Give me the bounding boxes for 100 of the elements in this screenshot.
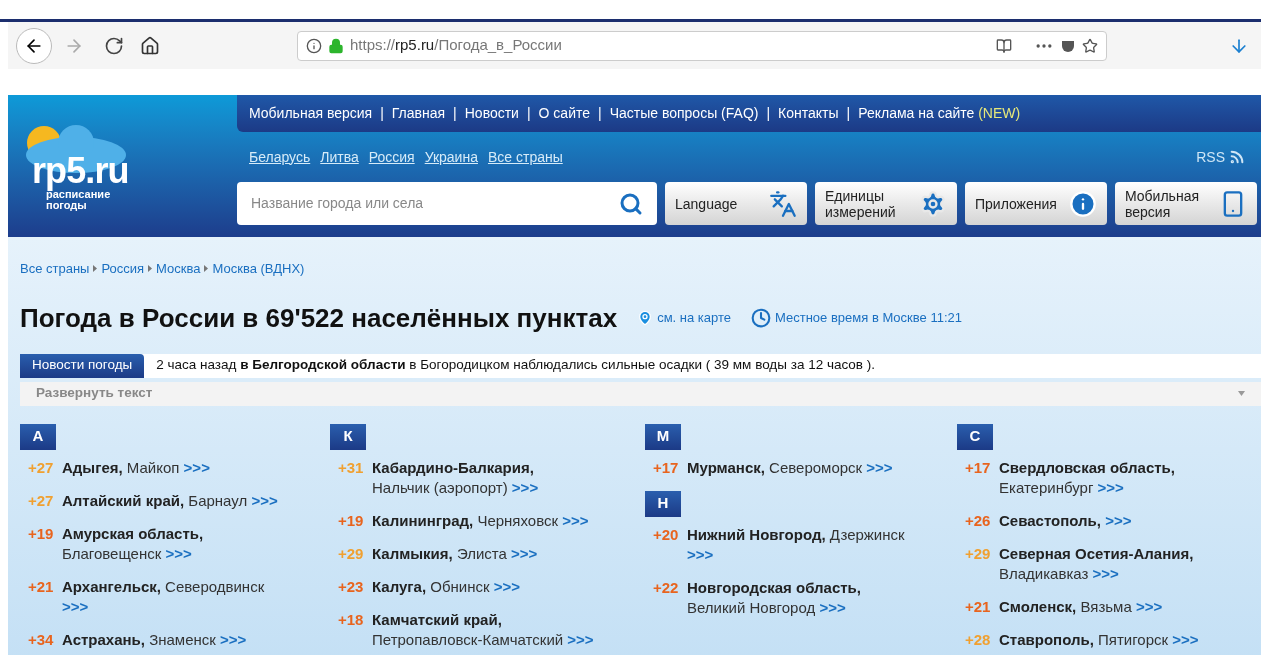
search-icon[interactable] xyxy=(619,191,643,216)
search-field[interactable]: Название города или села xyxy=(251,193,619,214)
region-entry: Камчатский край, Петропавловск-Камчатский >>> xyxy=(372,609,594,650)
back-button[interactable] xyxy=(16,27,52,64)
region-link[interactable]: >>> xyxy=(567,630,594,648)
nav-link[interactable]: О сайте xyxy=(538,103,590,124)
region-entry: Нижний Новгород, Дзержинск >>> xyxy=(687,524,906,565)
logo-text[interactable]: rp5.ru xyxy=(20,153,237,189)
star-icon[interactable] xyxy=(1082,37,1098,54)
region-entry: Калуга, Обнинск >>> xyxy=(372,576,520,597)
nav-link[interactable]: Новости xyxy=(464,103,519,124)
info-icon xyxy=(306,37,322,54)
region-link[interactable]: >>> xyxy=(1172,630,1199,648)
nav-separator: | xyxy=(598,104,602,123)
region-entry: Мурманск, Североморск >>> xyxy=(687,457,893,478)
rss-icon xyxy=(1229,149,1245,165)
region-entry: Астрахань, Знаменск >>> xyxy=(62,629,247,650)
clock-icon xyxy=(751,308,771,328)
region-link[interactable]: >>> xyxy=(251,491,278,509)
region-link[interactable]: >>> xyxy=(1092,564,1119,582)
tool-button[interactable]: Приложения xyxy=(965,182,1107,225)
url-text: https://rp5.ru/Погода_в_России xyxy=(350,35,562,56)
country-link[interactable]: Беларусь xyxy=(249,146,311,168)
search-bar[interactable]: Название города или села xyxy=(237,182,657,225)
reader-icon[interactable] xyxy=(996,37,1012,54)
map-link[interactable]: см. на карте xyxy=(637,308,731,328)
country-link[interactable]: Все страны xyxy=(487,146,563,168)
map-pin-icon xyxy=(637,310,654,326)
rss-link[interactable]: RSS xyxy=(1196,146,1245,168)
region-link[interactable]: >>> xyxy=(1097,478,1124,496)
region-link[interactable]: >>> xyxy=(819,598,846,616)
region-entry: Северная Осетия-Алания, Владикавказ >>> xyxy=(999,543,1195,584)
nav-link[interactable]: Реклама на сайте (NEW) xyxy=(858,103,1021,124)
nav-link[interactable]: Частые вопросы (FAQ) xyxy=(609,103,759,124)
gear-icon xyxy=(919,189,947,218)
region-link[interactable]: >>> xyxy=(1105,511,1132,529)
home-icon[interactable] xyxy=(140,35,160,56)
temperature: +19 xyxy=(338,510,365,531)
breadcrumb-link[interactable]: Россия xyxy=(101,259,145,279)
region-link[interactable]: >>> xyxy=(687,545,714,563)
nav-link[interactable]: Главная xyxy=(391,103,446,124)
tool-button[interactable]: Мобильная версия xyxy=(1115,182,1257,225)
breadcrumb-link[interactable]: Москва (ВДНХ) xyxy=(212,259,305,279)
region-link[interactable]: >>> xyxy=(220,630,247,648)
nav-separator: | xyxy=(453,104,457,123)
region-link[interactable]: >>> xyxy=(165,544,192,562)
nav-separator: | xyxy=(846,104,851,123)
local-time: Местное время в Москве 11:21 xyxy=(751,308,962,328)
temperature: +21 xyxy=(28,576,55,597)
temperature: +17 xyxy=(653,457,680,478)
region-link[interactable]: >>> xyxy=(183,458,210,476)
breadcrumb-link[interactable]: Москва xyxy=(156,259,201,279)
nav-separator: | xyxy=(380,104,384,123)
region-entry: Свердловская область, Екатеринбург >>> xyxy=(999,457,1176,498)
info-icon xyxy=(1069,189,1097,218)
letter-header: М xyxy=(645,423,681,450)
nav-link[interactable]: Контакты xyxy=(778,103,839,124)
nav-separator: | xyxy=(766,104,771,123)
region-link[interactable]: >>> xyxy=(493,577,520,595)
region-entry: Смоленск, Вязьма >>> xyxy=(999,596,1163,617)
letter-header: Н xyxy=(645,490,681,517)
temperature: +34 xyxy=(28,629,55,650)
region-entry: Кабардино-Балкария, Нальчик (аэропорт) >>> xyxy=(372,457,540,498)
breadcrumb-arrow-icon xyxy=(148,265,153,273)
region-link[interactable]: >>> xyxy=(511,544,538,562)
country-link[interactable]: Литва xyxy=(320,146,359,168)
nav-separator: | xyxy=(526,104,531,123)
temperature: +29 xyxy=(965,543,992,564)
temperature: +22 xyxy=(653,577,680,598)
nav-link[interactable]: Мобильная версия xyxy=(249,103,373,124)
temperature: +28 xyxy=(965,629,992,650)
letter-header: А xyxy=(20,423,56,450)
breadcrumb-arrow-icon xyxy=(93,265,98,273)
reload-icon[interactable] xyxy=(104,35,124,56)
page-title: Погода в России в 69'522 населённых пунктах xyxy=(20,301,618,335)
translate-icon xyxy=(769,189,797,218)
dropdown-arrow-icon xyxy=(1238,391,1245,396)
region-entry: Калининград, Черняховск >>> xyxy=(372,510,589,531)
region-entry: Амурская область, Благовещенск >>> xyxy=(62,523,205,564)
region-entry: Севастополь, >>> xyxy=(999,510,1132,531)
region-link[interactable]: >>> xyxy=(62,597,89,615)
region-link[interactable]: >>> xyxy=(1135,597,1163,615)
news-tag[interactable]: Новости погоды xyxy=(20,353,145,378)
region-link[interactable]: >>> xyxy=(511,478,539,496)
letter-header: К xyxy=(330,423,366,450)
temperature: +31 xyxy=(338,457,365,478)
region-link[interactable]: >>> xyxy=(866,458,893,476)
region-entry: Алтайский край, Барнаул >>> xyxy=(62,490,278,511)
country-link[interactable]: Россия xyxy=(368,146,415,168)
expand-bar[interactable]: Развернуть текст xyxy=(20,381,1261,406)
tool-button[interactable]: Language xyxy=(665,182,807,225)
region-link[interactable]: >>> xyxy=(562,511,589,529)
tool-button[interactable]: Единицы измерений xyxy=(815,182,957,225)
country-link[interactable]: Украина xyxy=(424,146,478,168)
breadcrumb-link[interactable]: Все страны xyxy=(20,259,90,279)
temperature: +20 xyxy=(653,524,680,545)
temperature: +27 xyxy=(28,457,55,478)
region-entry: Новгородская область, Великий Новгород >>> xyxy=(687,577,862,618)
address-bar[interactable]: https://rp5.ru/Погода_в_России xyxy=(297,30,1107,61)
temperature: +26 xyxy=(965,510,992,531)
